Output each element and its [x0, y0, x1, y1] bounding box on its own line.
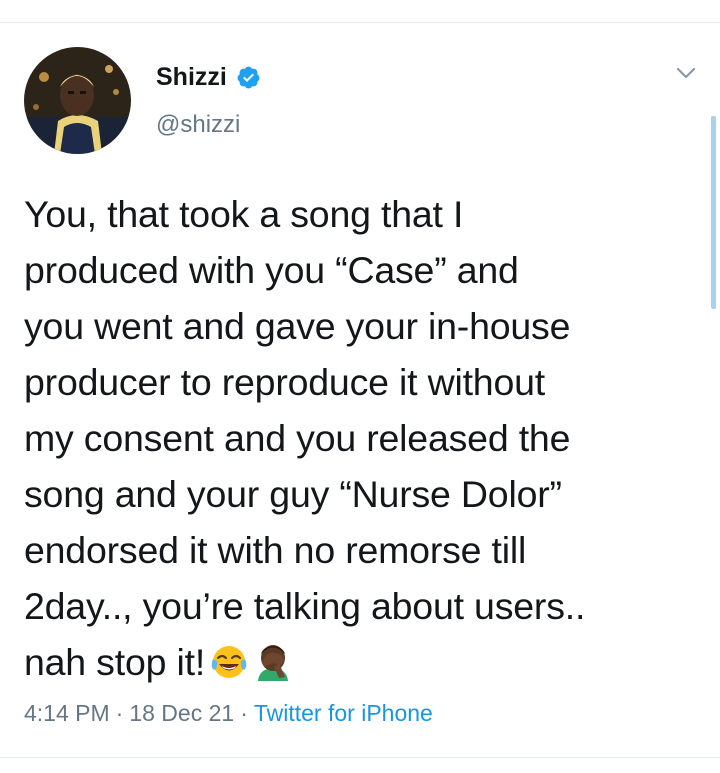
tweet-date[interactable]: 18 Dec 21: [129, 700, 234, 726]
tweet-line: produced with you “Case” and: [24, 249, 519, 291]
tweet-time[interactable]: 4:14 PM: [24, 700, 110, 726]
scrollbar[interactable]: [711, 116, 716, 309]
tweet-text: You, that took a song that I produced wi…: [24, 186, 704, 690]
author-handle[interactable]: @shizzi: [156, 111, 240, 139]
meta-separator: ·: [240, 700, 248, 726]
tweet-screen: Shizzi @shizzi You, that took a song tha…: [0, 0, 720, 773]
verified-badge-icon: [236, 65, 261, 90]
tweet-last-line: nah stop it!: [24, 634, 704, 690]
tweet-line: my consent and you released the: [24, 417, 571, 459]
author-name-row[interactable]: Shizzi: [156, 62, 261, 92]
tweet-line: song and your guy “Nurse Dolor”: [24, 473, 562, 515]
face-with-tears-of-joy-emoji: [209, 640, 249, 680]
tweet-source-link[interactable]: Twitter for iPhone: [254, 700, 433, 726]
tweet-line: nah stop it!: [24, 641, 206, 683]
display-name[interactable]: Shizzi: [156, 63, 227, 92]
tweet-line: You, that took a song that I: [24, 193, 464, 235]
bottom-divider: [0, 757, 720, 758]
person-facepalming-emoji: [253, 640, 293, 681]
tweet-line: 2day.., you’re talking about users..: [24, 585, 586, 627]
tweet-meta: 4:14 PM · 18 Dec 21 · Twitter for iPhone: [24, 700, 433, 727]
tweet-line: endorsed it with no remorse till: [24, 529, 527, 571]
chevron-down-icon[interactable]: [676, 66, 696, 80]
tweet-line: producer to reproduce it without: [24, 361, 545, 403]
avatar[interactable]: [24, 47, 131, 154]
tweet-line: you went and gave your in-house: [24, 305, 571, 347]
top-divider: [0, 22, 720, 23]
meta-separator: ·: [115, 700, 124, 726]
